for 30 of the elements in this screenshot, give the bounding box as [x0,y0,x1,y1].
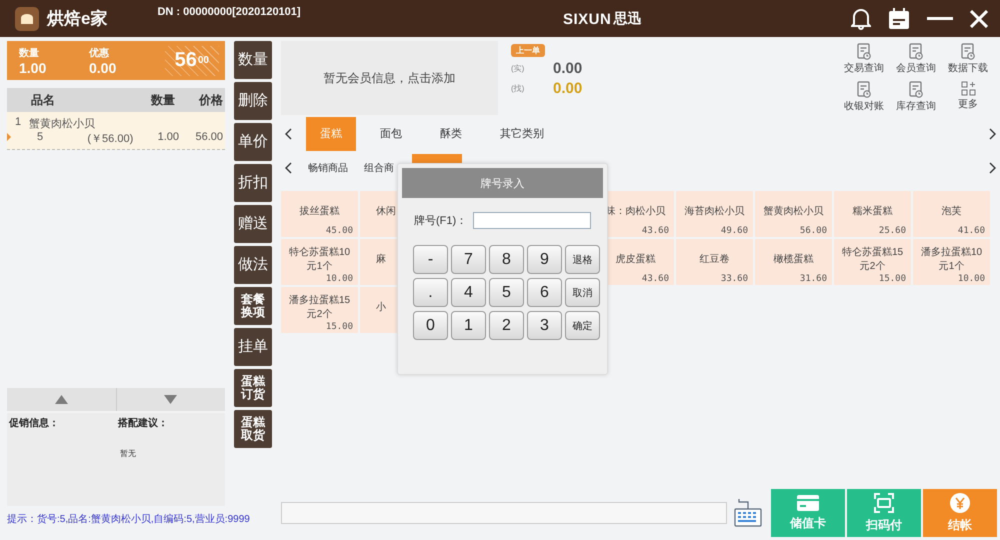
qty-value: 1.00 [19,60,48,76]
item-qty: 1.00 [156,130,180,144]
paid-amount: 0.00 [553,60,582,77]
discount-label: 优惠 [89,46,110,60]
total-amount: 56 [174,49,197,72]
total-cents: 00 [198,55,209,66]
status-line: 提示：货号:5,品名:蟹黄肉松小贝,自编码:5,营业员:9999 [7,512,250,526]
item-name: 蟹黄肉松小贝 [29,116,96,130]
discount-value: 0.00 [89,60,118,76]
unit-price: (￥56.00) [87,132,134,146]
match-label: 搭配建议： [118,416,169,430]
column-header: 价格 [198,92,223,108]
column-header: 数量 [150,92,175,108]
brand-logo-text: SIXUN [563,10,612,28]
match-value: 暂无 [120,448,137,459]
member-prompt: 暂无会员信息，点击添加 [324,70,456,86]
promo-label: 促销信息： [9,416,60,430]
dialog-title: 牌号录入 [480,176,524,190]
paid-label: (实) [511,63,526,74]
change-amount: 0.00 [553,80,582,97]
device-number: DN : 00000000[2020120101] [157,6,301,18]
item-price: 56.00 [194,130,223,144]
app-name: 烘焙e家 [47,8,108,30]
field-label: 牌号(F1)： [414,214,468,228]
qty-label: 数量 [19,46,40,60]
brand-logo-cn: 思迅 [613,10,642,28]
row-index: 1 [15,116,22,130]
item-code: 5 [37,130,44,144]
column-header: 品名 [31,92,56,108]
change-label: (找) [511,83,526,94]
